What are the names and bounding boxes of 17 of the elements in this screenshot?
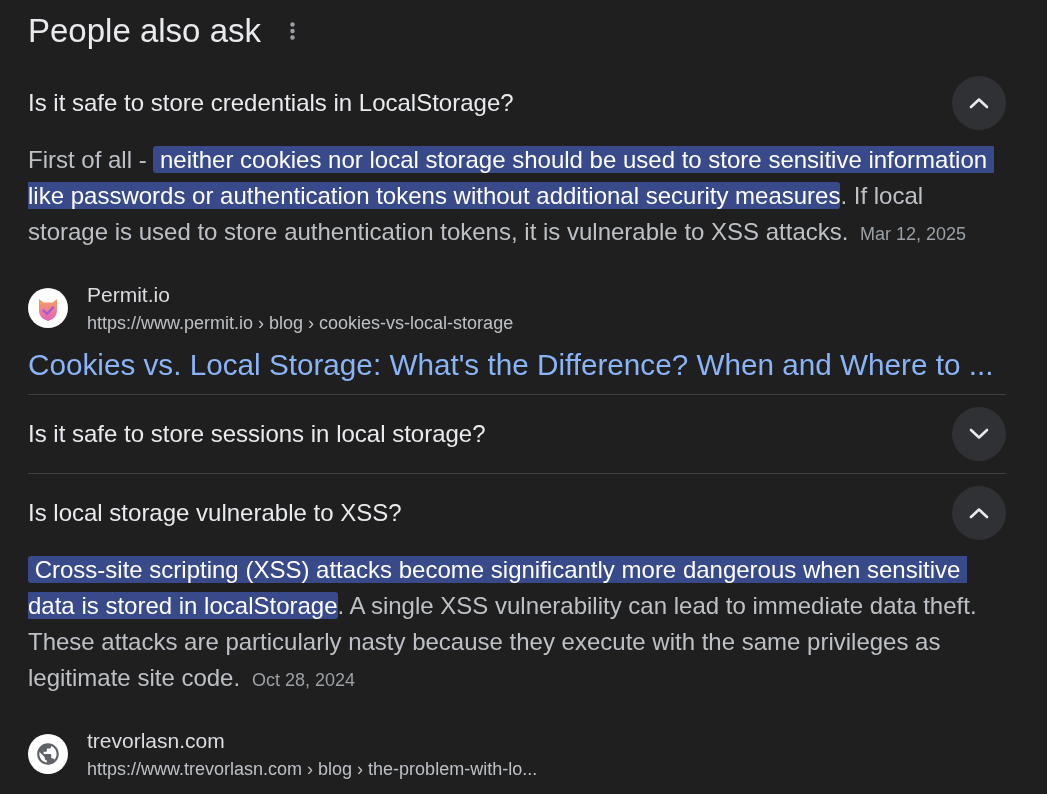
site-name[interactable]: trevorlasn.com: [87, 726, 225, 756]
fox-logo-icon[interactable]: [28, 288, 68, 328]
chevron-up-icon: [969, 97, 989, 109]
more-options-icon[interactable]: [290, 22, 295, 40]
result-title-link[interactable]: Cookies vs. Local Storage: What's the Difference? When and Where to ...: [28, 345, 994, 384]
question-text[interactable]: Is it safe to store sessions in local storage?: [28, 418, 486, 450]
question-text[interactable]: Is it safe to store credentials in LocalStorage?: [28, 87, 514, 119]
site-name[interactable]: Permit.io: [87, 280, 170, 310]
answer-date: Oct 28, 2024: [252, 670, 356, 691]
section-heading: People also ask: [28, 11, 261, 51]
site-url[interactable]: https://www.permit.io › blog › cookies-vs-local-storage: [87, 310, 514, 336]
chevron-down-icon: [969, 428, 989, 440]
question-text[interactable]: Is local storage vulnerable to XSS?: [28, 497, 402, 529]
site-url[interactable]: https://www.trevorlasn.com › blog › the-problem-with-lo...: [87, 756, 538, 782]
chevron-up-icon: [969, 507, 989, 519]
answer-date: Mar 12, 2025: [860, 224, 967, 245]
globe-icon[interactable]: [28, 734, 68, 774]
